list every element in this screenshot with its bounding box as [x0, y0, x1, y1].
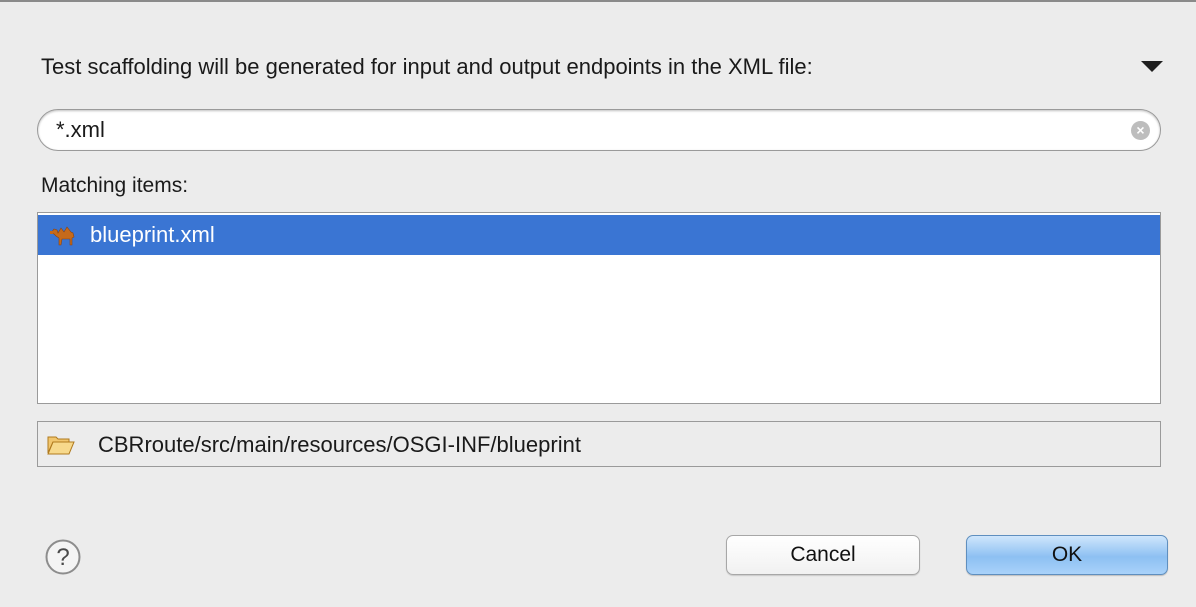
triangle-down-icon[interactable] [1141, 61, 1163, 72]
search-field[interactable]: × [37, 109, 1161, 151]
matching-items-label: Matching items: [41, 174, 189, 197]
help-icon[interactable]: ? [45, 539, 81, 575]
clear-search-icon[interactable]: × [1131, 121, 1150, 140]
matching-items-list[interactable]: blueprint.xml [37, 212, 1161, 404]
test-scaffold-dialog: Test scaffolding will be generated for i… [0, 0, 1196, 607]
svg-text:?: ? [56, 544, 69, 571]
folder-open-icon [47, 436, 75, 455]
list-item[interactable]: blueprint.xml [38, 215, 1160, 255]
instruction-text: Test scaffolding will be generated for i… [41, 54, 813, 79]
list-item-label: blueprint.xml [90, 222, 215, 247]
search-input[interactable] [56, 115, 1116, 145]
camel-icon [50, 226, 75, 246]
cancel-button[interactable]: Cancel [726, 535, 920, 575]
location-bar: CBRroute/src/main/resources/OSGI-INF/blu… [37, 421, 1161, 467]
ok-button[interactable]: OK [966, 535, 1168, 575]
location-path: CBRroute/src/main/resources/OSGI-INF/blu… [98, 432, 581, 457]
